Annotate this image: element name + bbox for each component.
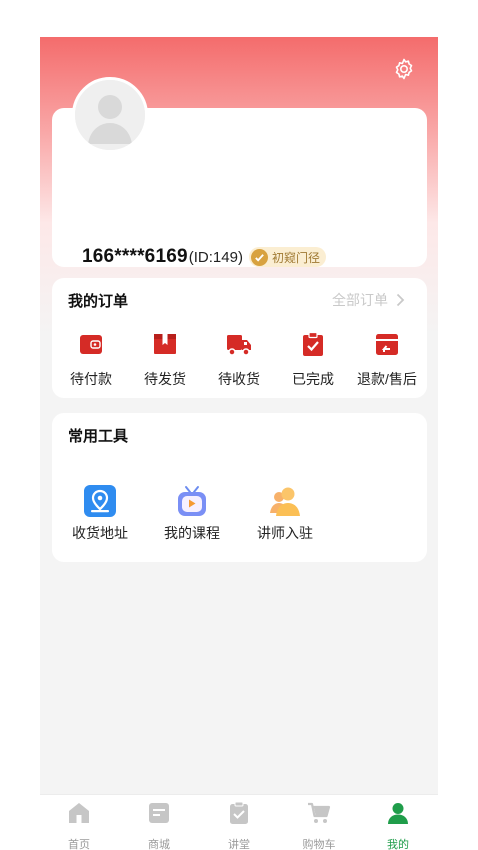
tool-label: 收货地址	[72, 525, 128, 541]
clipboard-check-icon	[303, 331, 323, 356]
tab-cart[interactable]: 购物车	[289, 801, 349, 850]
order-label: 已完成	[292, 371, 334, 387]
tool-lecturer-join[interactable]: 讲师入驻	[245, 487, 325, 543]
order-pending-receipt[interactable]: 待收货	[204, 330, 274, 389]
bottom-tab-bar: 首页 商城 讲堂 购物车 我的	[40, 794, 438, 850]
settings-button[interactable]	[392, 57, 416, 81]
user-id: (ID:149)	[188, 248, 243, 266]
course-tv-icon	[178, 486, 206, 516]
user-info-row: 166****6169 (ID:149) 初窥门径	[82, 246, 326, 268]
cart-icon	[308, 802, 331, 823]
all-orders-link[interactable]: 全部订单	[332, 290, 405, 310]
tool-label: 我的课程	[164, 525, 220, 541]
order-label: 待收货	[218, 371, 260, 387]
orders-title: 我的订单	[68, 293, 129, 310]
order-label: 待发货	[144, 371, 186, 387]
gear-icon	[395, 58, 413, 80]
address-icon	[84, 485, 116, 517]
user-phone: 166****6169	[82, 246, 188, 267]
order-pending-payment[interactable]: 待付款	[56, 330, 126, 389]
mall-icon	[149, 803, 169, 823]
lecture-icon	[230, 801, 248, 824]
avatar[interactable]	[72, 77, 148, 153]
tab-mine[interactable]: 我的	[368, 801, 428, 850]
tab-label: 我的	[387, 839, 409, 850]
tab-label: 讲堂	[228, 839, 250, 850]
tab-mall[interactable]: 商城	[129, 801, 189, 850]
user-icon	[388, 803, 408, 824]
level-check-icon	[250, 248, 268, 266]
order-completed[interactable]: 已完成	[278, 330, 348, 389]
tool-label: 讲师入驻	[257, 525, 313, 541]
tab-label: 购物车	[302, 839, 336, 850]
truck-icon	[227, 335, 251, 356]
wallet-icon	[80, 335, 102, 354]
tools-title: 常用工具	[68, 428, 129, 445]
tab-lecture[interactable]: 讲堂	[209, 801, 269, 850]
tab-label: 商城	[148, 839, 170, 850]
orders-card: 我的订单 全部订单 待付款 待发货 待收货 已完成 退款/售后	[52, 278, 427, 398]
all-orders-label: 全部订单	[332, 292, 388, 308]
level-badge: 初窥门径	[248, 247, 326, 267]
tab-label: 首页	[68, 839, 90, 850]
tool-shipping-address[interactable]: 收货地址	[60, 485, 140, 543]
order-label: 待付款	[70, 371, 112, 387]
tool-my-courses[interactable]: 我的课程	[152, 486, 232, 543]
app-screen: 166****6169 (ID:149) 初窥门径 我的订单 全部订单 待付款 …	[40, 37, 438, 850]
tab-home[interactable]: 首页	[49, 801, 109, 850]
tools-card: 常用工具 收货地址 我的课程 讲师入驻	[52, 413, 427, 562]
default-avatar-icon	[75, 80, 145, 150]
order-pending-shipment[interactable]: 待发货	[130, 330, 200, 389]
order-label: 退款/售后	[357, 371, 417, 387]
lecturer-icon	[270, 487, 300, 516]
home-icon	[69, 803, 89, 823]
package-icon	[154, 334, 176, 354]
order-refund[interactable]: 退款/售后	[352, 330, 422, 389]
chevron-right-icon	[396, 293, 405, 307]
refund-icon	[376, 334, 398, 355]
level-label: 初窥门径	[271, 250, 320, 265]
